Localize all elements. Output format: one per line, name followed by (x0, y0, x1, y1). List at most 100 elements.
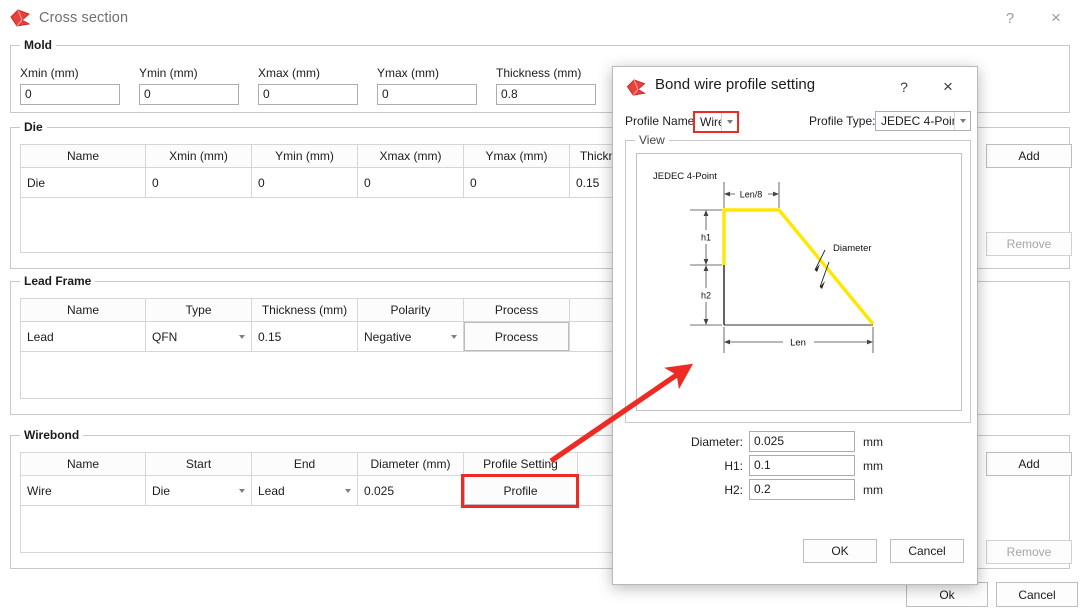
h1-input[interactable]: 0.1 (749, 455, 855, 476)
dialog-ok-button[interactable]: OK (803, 539, 877, 563)
diagram-label-diameter: Diameter (833, 243, 872, 254)
chevron-down-icon[interactable] (239, 335, 245, 339)
window-titlebar: Cross section ? × (0, 0, 1080, 36)
wirebond-col-name: Name (20, 452, 145, 476)
dialog-titlebar: Bond wire profile setting ? × (613, 67, 977, 107)
diagram-caption: JEDEC 4-Point (653, 171, 717, 182)
main-ok-button[interactable]: Ok (906, 582, 988, 607)
leadframe-cell-process[interactable]: Process (463, 322, 569, 352)
h2-unit: mm (863, 483, 883, 497)
diagram-label-len-over-8: Len/8 (740, 190, 763, 200)
leadframe-col-name: Name (20, 298, 145, 322)
h2-label: H2: (671, 483, 743, 497)
leadframe-type-value: QFN (152, 330, 177, 344)
h1-label: H1: (671, 459, 743, 473)
h1-unit: mm (863, 459, 883, 473)
die-col-ymax: Ymax (mm) (463, 144, 569, 168)
wirebond-end-value: Lead (258, 484, 285, 498)
leadframe-polarity-value: Negative (364, 330, 411, 344)
wirebond-col-start: Start (145, 452, 251, 476)
die-cell-xmin[interactable]: 0 (145, 168, 251, 198)
chevron-down-icon[interactable] (451, 335, 457, 339)
dialog-close-button[interactable]: × (935, 75, 961, 99)
app-logo-icon (9, 8, 31, 28)
mold-xmax-input[interactable]: 0 (258, 84, 358, 105)
window-title: Cross section (39, 10, 128, 26)
diameter-input[interactable]: 0.025 (749, 431, 855, 452)
leadframe-cell-type[interactable]: QFN (145, 322, 251, 352)
die-cell-ymin[interactable]: 0 (251, 168, 357, 198)
die-col-xmax: Xmax (mm) (357, 144, 463, 168)
leadframe-col-thickness: Thickness (mm) (251, 298, 357, 322)
profile-name-combo[interactable]: Wire (693, 111, 739, 133)
diagram-label-h1: h1 (701, 233, 711, 243)
dialog-help-button[interactable]: ? (891, 75, 917, 99)
leadframe-col-type: Type (145, 298, 251, 322)
mold-xmin-label: Xmin (mm) (20, 66, 79, 80)
die-cell-ymax[interactable]: 0 (463, 168, 569, 198)
close-button[interactable]: × (1032, 0, 1080, 36)
help-button[interactable]: ? (988, 0, 1032, 36)
main-cancel-button[interactable]: Cancel (996, 582, 1078, 607)
diagram-label-h2: h2 (701, 291, 711, 301)
dialog-cancel-button[interactable]: Cancel (890, 539, 964, 563)
profile-name-value: Wire (695, 115, 721, 129)
mold-ymin-label: Ymin (mm) (139, 66, 198, 80)
wirebond-col-diameter: Diameter (mm) (357, 452, 463, 476)
profile-type-combo[interactable]: JEDEC 4-Point (875, 111, 971, 131)
profile-button[interactable]: Profile (464, 476, 577, 505)
chevron-down-icon[interactable] (954, 112, 970, 130)
view-group: View JEDEC 4-Point (625, 140, 971, 423)
die-add-button[interactable]: Add (986, 144, 1072, 168)
mold-legend: Mold (20, 38, 56, 52)
app-logo-icon (625, 78, 647, 97)
wirebond-legend: Wirebond (20, 428, 83, 442)
wirebond-cell-name[interactable]: Wire (20, 476, 145, 506)
diameter-unit: mm (863, 435, 883, 449)
chevron-down-icon[interactable] (345, 489, 351, 493)
die-cell-name[interactable]: Die (20, 168, 145, 198)
die-legend: Die (20, 120, 47, 134)
profile-type-value: JEDEC 4-Point (876, 114, 954, 128)
wirebond-col-end: End (251, 452, 357, 476)
wire-profile-path (724, 210, 873, 324)
wirebond-cell-profile[interactable]: Profile (463, 476, 577, 506)
bond-wire-profile-dialog: Bond wire profile setting ? × Profile Na… (612, 66, 978, 585)
lead-frame-legend: Lead Frame (20, 274, 95, 288)
window-controls: ? × (988, 0, 1080, 36)
diagram-label-len: Len (790, 338, 806, 349)
view-legend: View (635, 133, 669, 147)
mold-xmax-label: Xmax (mm) (258, 66, 320, 80)
mold-thickness-input[interactable]: 0.8 (496, 84, 596, 105)
diameter-label: Diameter: (671, 435, 743, 449)
leadframe-col-process: Process (463, 298, 569, 322)
wirebond-remove-button[interactable]: Remove (986, 540, 1072, 564)
h2-input[interactable]: 0.2 (749, 479, 855, 500)
wirebond-col-profile-setting: Profile Setting (463, 452, 577, 476)
leadframe-cell-name[interactable]: Lead (20, 322, 145, 352)
dialog-title: Bond wire profile setting (655, 76, 815, 93)
die-remove-button[interactable]: Remove (986, 232, 1072, 256)
leadframe-cell-thickness[interactable]: 0.15 (251, 322, 357, 352)
die-col-xmin: Xmin (mm) (145, 144, 251, 168)
mold-ymax-label: Ymax (mm) (377, 66, 439, 80)
mold-ymax-input[interactable]: 0 (377, 84, 477, 105)
wirebond-cell-diameter[interactable]: 0.025 (357, 476, 463, 506)
mold-ymin-input[interactable]: 0 (139, 84, 239, 105)
wirebond-cell-start[interactable]: Die (145, 476, 251, 506)
profile-type-label: Profile Type: (809, 114, 875, 128)
leadframe-cell-polarity[interactable]: Negative (357, 322, 463, 352)
mold-xmin-input[interactable]: 0 (20, 84, 120, 105)
wirebond-cell-end[interactable]: Lead (251, 476, 357, 506)
die-col-name: Name (20, 144, 145, 168)
die-cell-xmax[interactable]: 0 (357, 168, 463, 198)
chevron-down-icon[interactable] (721, 113, 737, 131)
wirebond-start-value: Die (152, 484, 170, 498)
profile-diagram: JEDEC 4-Point Len/8 (636, 153, 962, 411)
chevron-down-icon[interactable] (239, 489, 245, 493)
profile-diagram-svg: JEDEC 4-Point Len/8 (637, 154, 963, 412)
mold-thickness-label: Thickness (mm) (496, 66, 581, 80)
wirebond-add-button[interactable]: Add (986, 452, 1072, 476)
process-button[interactable]: Process (464, 322, 569, 351)
die-col-ymin: Ymin (mm) (251, 144, 357, 168)
